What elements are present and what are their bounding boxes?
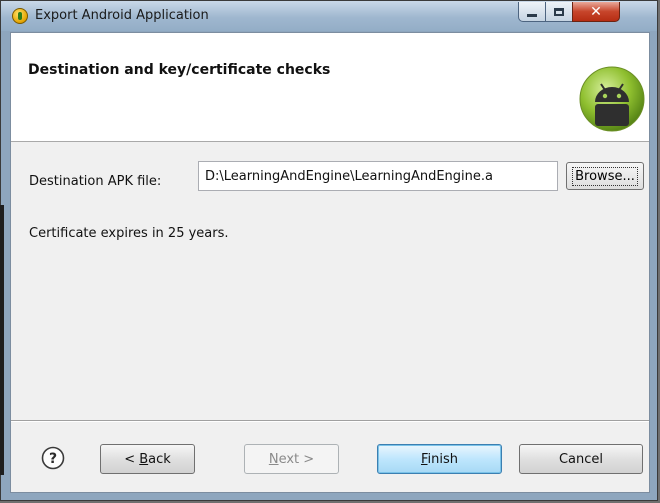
page-title: Destination and key/certificate checks [28, 62, 331, 78]
destination-apk-field[interactable] [198, 161, 558, 191]
window-title: Export Android Application [35, 8, 209, 23]
maximize-icon [554, 7, 564, 16]
maximize-button[interactable] [545, 2, 573, 22]
background-window-edge [0, 205, 4, 475]
eclipse-app-icon [12, 8, 28, 24]
certificate-expiry-text: Certificate expires in 25 years. [29, 226, 229, 241]
back-button-mnemonic: B [139, 451, 149, 467]
next-button-rest: ext > [278, 451, 315, 467]
svg-text:?: ? [49, 451, 57, 467]
minimize-icon [527, 14, 537, 17]
android-robot-icon [579, 66, 645, 132]
footer-divider [11, 420, 649, 422]
dialog-client-area: Destination and key/certificate checks D… [10, 32, 650, 493]
browse-button-label: Browse... [572, 166, 638, 186]
export-dialog-window: Export Android Application ✕ Destination… [0, 0, 658, 501]
title-bar[interactable]: Export Android Application ✕ [1, 1, 657, 31]
browse-button[interactable]: Browse... [566, 162, 644, 190]
finish-button[interactable]: Finish [377, 444, 502, 474]
cancel-button[interactable]: Cancel [519, 444, 643, 474]
next-button[interactable]: Next > [244, 444, 339, 474]
back-button-rest: ack [148, 451, 171, 467]
help-icon[interactable]: ? [41, 446, 65, 470]
close-icon: ✕ [590, 3, 602, 20]
next-button-mnemonic: N [268, 451, 279, 467]
minimize-button[interactable] [518, 2, 546, 22]
close-button[interactable]: ✕ [572, 2, 620, 22]
wizard-header: Destination and key/certificate checks [11, 33, 649, 142]
back-button-prefix: < [124, 451, 140, 467]
finish-button-rest: inish [427, 451, 459, 467]
destination-apk-label: Destination APK file: [29, 174, 162, 189]
back-button[interactable]: < Back [100, 444, 195, 474]
